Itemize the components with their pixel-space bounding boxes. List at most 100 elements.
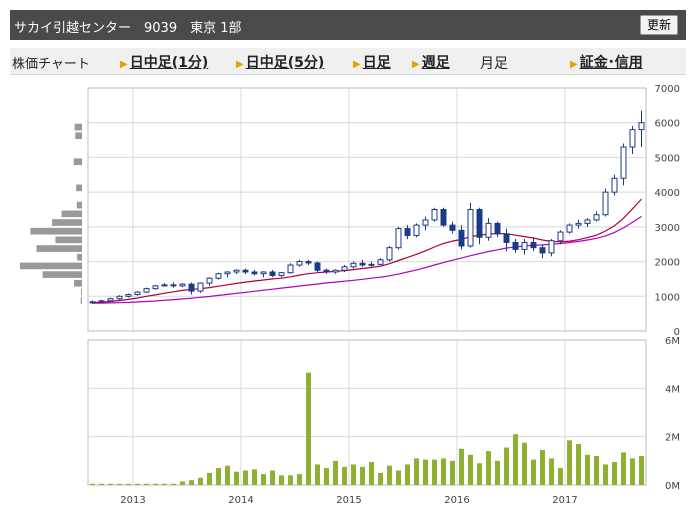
volume-bar <box>162 483 167 485</box>
candle-up <box>206 277 213 284</box>
candle-up <box>467 209 474 247</box>
candle-up <box>179 283 186 287</box>
volume-bar <box>297 474 302 485</box>
candle-up <box>395 228 402 249</box>
volume-panel <box>87 339 647 486</box>
volume-bar <box>414 458 419 485</box>
x-tick-label: 2015 <box>336 495 361 506</box>
volume-bar <box>630 458 635 485</box>
volume-profile-bar <box>30 227 82 235</box>
x-tick-label: 2014 <box>228 495 253 506</box>
volume-bar <box>270 470 275 485</box>
volume-profile-bar <box>76 201 82 209</box>
volume-profile-bar <box>20 262 82 270</box>
candle-up <box>125 294 132 297</box>
candle-up <box>296 261 303 266</box>
volume-bar <box>306 372 311 485</box>
candle-up <box>377 259 384 265</box>
price-panel <box>87 87 647 332</box>
candle-up <box>161 284 168 287</box>
candle-up <box>593 214 600 221</box>
volume-profile-bar <box>61 210 82 218</box>
stock-chart: 2013 2014 2015 2016 201701000200030004000500… <box>20 84 680 506</box>
candle-up <box>278 272 285 276</box>
candle-up <box>485 222 492 238</box>
x-tick-label: 2017 <box>552 495 577 506</box>
volume-bar <box>351 464 356 485</box>
volume-bar <box>180 481 185 485</box>
volume-bar <box>432 459 437 485</box>
price-tick-label: 1000 <box>655 292 680 303</box>
volume-bar <box>612 462 617 485</box>
volume-bar <box>567 440 572 485</box>
volume-bar <box>135 483 140 485</box>
volume-profile-bar <box>76 184 82 192</box>
candle-down <box>170 284 177 287</box>
volume-profile-bar <box>42 271 82 278</box>
candle-down <box>242 269 249 273</box>
volume-bar <box>144 483 149 485</box>
candle-up <box>422 219 429 226</box>
volume-bar <box>189 480 194 485</box>
candle-down <box>359 262 366 266</box>
candle-down <box>269 271 276 276</box>
candle-up <box>260 271 267 275</box>
candle-up <box>332 269 339 273</box>
volume-bar <box>486 451 491 485</box>
candle-down <box>458 229 465 247</box>
volume-bar <box>261 474 266 485</box>
volume-bar <box>315 464 320 485</box>
volume-profile-bar <box>74 279 82 287</box>
volume-bar <box>387 465 392 485</box>
volume-bar <box>639 456 644 485</box>
candle-up <box>224 271 231 275</box>
candle-down <box>530 241 537 249</box>
volume-bar <box>549 458 554 485</box>
candle-up <box>233 269 240 273</box>
price-tick-label: 5000 <box>655 153 680 164</box>
volume-bar <box>117 483 122 485</box>
candle-up <box>143 288 150 293</box>
candle-down <box>188 283 195 292</box>
candle-down <box>323 269 330 273</box>
volume-profile-bar <box>36 245 82 252</box>
x-tick-label: 2016 <box>444 495 469 506</box>
volume-bar <box>90 483 95 485</box>
candle-down <box>314 262 321 271</box>
candle-up <box>584 219 591 224</box>
volume-bar <box>459 448 464 485</box>
candle-down <box>449 224 456 231</box>
candle-up <box>98 300 105 303</box>
volume-bar <box>198 477 203 485</box>
candle-down <box>476 209 483 238</box>
candle-up <box>431 209 438 221</box>
volume-bar <box>441 458 446 485</box>
price-tick-label: 7000 <box>655 84 680 95</box>
volume-bar <box>153 483 158 485</box>
volume-bar <box>378 472 383 485</box>
candle-up <box>638 122 645 131</box>
price-tick-label: 3000 <box>655 223 680 234</box>
volume-bar <box>594 456 599 485</box>
volume-bar <box>333 460 338 485</box>
candle-up <box>116 295 123 300</box>
candle-up <box>521 241 528 250</box>
candle-down <box>539 247 546 254</box>
candle-up <box>134 291 141 296</box>
volume-bar <box>279 475 284 485</box>
volume-bar <box>558 468 563 485</box>
volume-bar <box>522 442 527 485</box>
candle-up <box>341 266 348 271</box>
candle-down <box>440 209 447 226</box>
volume-profile-bar <box>75 132 82 140</box>
volume-bar <box>423 459 428 485</box>
volume-profile-bar <box>80 297 82 304</box>
volume-bar <box>234 471 239 485</box>
volume-bar <box>126 483 131 485</box>
volume-bar <box>108 483 113 485</box>
candle-up <box>89 301 96 304</box>
candle-up <box>215 273 222 279</box>
volume-tick-label: 4M <box>665 384 680 395</box>
volume-bar <box>450 460 455 485</box>
candle-up <box>548 240 555 254</box>
